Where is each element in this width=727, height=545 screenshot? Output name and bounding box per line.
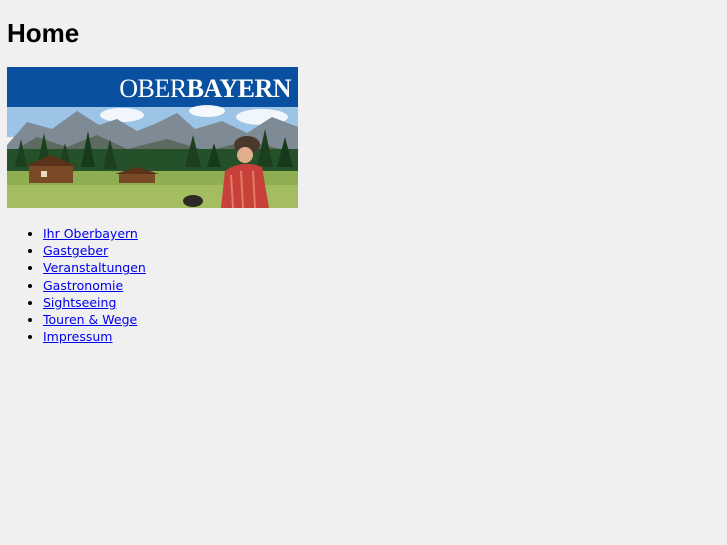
nav-item-impressum: Impressum <box>43 328 146 345</box>
nav-link-gastronomie[interactable]: Gastronomie <box>43 278 123 293</box>
nav-link-gastgeber[interactable]: Gastgeber <box>43 243 108 258</box>
page-title: Home <box>7 18 80 48</box>
nav-link-touren-wege[interactable]: Touren & Wege <box>43 312 137 327</box>
main-nav: Ihr Oberbayern Gastgeber Veranstaltungen… <box>0 225 146 345</box>
nav-item-sightseeing: Sightseeing <box>43 294 146 311</box>
nav-item-gastgeber: Gastgeber <box>43 242 146 259</box>
nav-link-sightseeing[interactable]: Sightseeing <box>43 295 116 310</box>
nav-item-touren-wege: Touren & Wege <box>43 311 146 328</box>
nav-item-ihr-oberbayern: Ihr Oberbayern <box>43 225 146 242</box>
banner-hut <box>29 165 73 183</box>
nav-link-ihr-oberbayern[interactable]: Ihr Oberbayern <box>43 226 138 241</box>
nav-item-gastronomie: Gastronomie <box>43 277 146 294</box>
nav-link-veranstaltungen[interactable]: Veranstaltungen <box>43 260 146 275</box>
page: Home OBERBAYERN • Ihr Oberbayern • Gastg… <box>0 0 727 545</box>
banner-brand-text: OBERBAYERN <box>119 74 291 103</box>
nav-link-impressum[interactable]: Impressum <box>43 329 112 344</box>
banner-hiker <box>221 163 269 208</box>
nav-item-veranstaltungen: Veranstaltungen <box>43 259 146 276</box>
oberbayern-banner: OBERBAYERN <box>7 67 298 208</box>
